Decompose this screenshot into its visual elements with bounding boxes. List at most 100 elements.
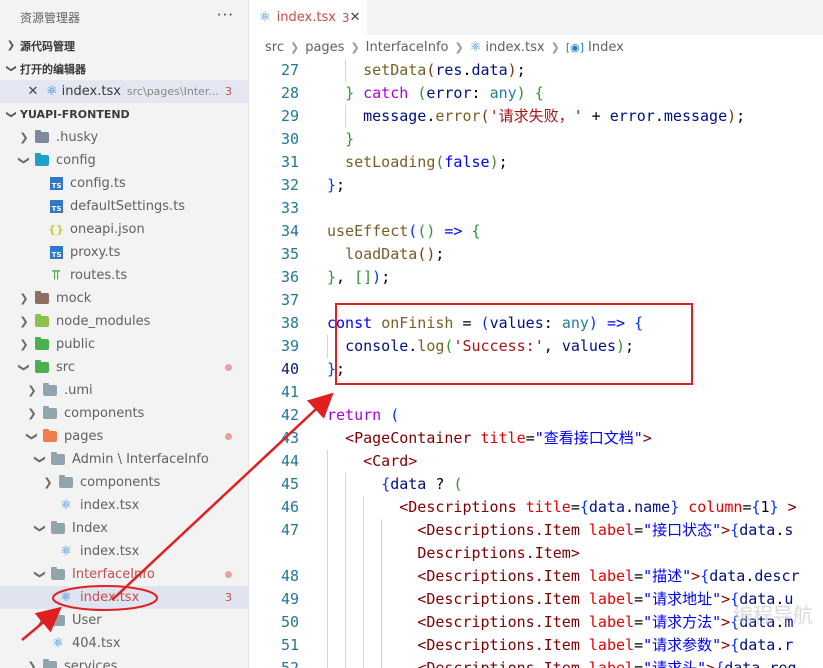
react-icon: ⚛ bbox=[259, 10, 271, 25]
breadcrumb-item[interactable]: Index bbox=[588, 40, 624, 55]
section-open-editors[interactable]: ❯ 打开的编辑器 bbox=[0, 57, 248, 80]
code-line: 29 message.error('请求失败，' + error.message… bbox=[249, 105, 823, 128]
section-project[interactable]: ❯ YUAPI-FRONTEND bbox=[0, 103, 248, 126]
tree-item[interactable]: ❯ InterfaceInfo bbox=[0, 563, 248, 586]
code-line: 31 setLoading(false); bbox=[249, 151, 823, 174]
tree-item-label: pages bbox=[64, 429, 104, 444]
code-line: 30 } bbox=[249, 128, 823, 151]
code-line: 51 <Descriptions.Item label="请求参数">{data… bbox=[249, 634, 823, 657]
react-icon: ⚛ bbox=[52, 636, 64, 651]
code-text: return ( bbox=[327, 406, 400, 424]
code-text: setLoading(false); bbox=[345, 153, 508, 171]
chevron-right-icon: ❯ bbox=[19, 131, 29, 144]
close-icon[interactable]: ✕ bbox=[24, 84, 42, 99]
code-text: message.error('请求失败，' + error.message); bbox=[363, 107, 746, 125]
tree-item[interactable]: ❯ mock bbox=[0, 287, 248, 310]
tree-item[interactable]: ❯ .umi bbox=[0, 379, 248, 402]
folder-icon bbox=[50, 567, 66, 582]
tree-item-label: config.ts bbox=[70, 176, 126, 191]
code-editor[interactable]: 27 setData(res.data); 28 } catch (error:… bbox=[249, 59, 823, 668]
chevron-right-icon: ❯ bbox=[19, 292, 29, 305]
tree-item-label: index.tsx bbox=[80, 544, 140, 559]
folder-config-icon bbox=[34, 153, 50, 168]
problem-count-badge: 3 bbox=[225, 591, 232, 604]
breadcrumb-item[interactable]: index.tsx bbox=[485, 40, 544, 55]
tree-item[interactable]: ⚛ 404.tsx bbox=[0, 632, 248, 655]
tree-item[interactable]: TS proxy.ts bbox=[0, 241, 248, 264]
code-text: <PageContainer title="查看接口文档"> bbox=[345, 429, 652, 447]
code-line: 52 <Descriptions.Item label="请求头">{data.… bbox=[249, 657, 823, 668]
tree-item[interactable]: ❯ src bbox=[0, 356, 248, 379]
code-text: }, []); bbox=[327, 268, 391, 286]
folder-icon bbox=[42, 659, 58, 668]
breadcrumb-item[interactable]: InterfaceInfo bbox=[366, 40, 449, 55]
editor-tab[interactable]: ⚛ index.tsx 3 ✕ bbox=[249, 0, 367, 35]
folder-icon bbox=[58, 475, 74, 490]
modified-dot bbox=[225, 364, 232, 371]
code-text: }; bbox=[327, 360, 346, 378]
tree-item-label: proxy.ts bbox=[70, 245, 121, 260]
line-number: 45 bbox=[280, 475, 299, 493]
folder-icon bbox=[34, 130, 50, 145]
tree-item[interactable]: ❯ Admin \ InterfaceInfo bbox=[0, 448, 248, 471]
code-text: useEffect(() => { bbox=[327, 222, 481, 240]
breadcrumb-item[interactable]: src bbox=[265, 40, 284, 55]
chevron-right-icon: ❯ bbox=[27, 384, 37, 397]
code-line: 33 bbox=[249, 197, 823, 220]
code-line: Descriptions.Item> bbox=[249, 542, 823, 565]
chevron-down-icon: ❯ bbox=[17, 362, 31, 373]
tree-item[interactable]: ❯ .husky bbox=[0, 126, 248, 149]
code-line: 40}; bbox=[249, 358, 823, 381]
code-text: <Card> bbox=[363, 452, 418, 470]
tree-item-label: index.tsx bbox=[80, 498, 140, 513]
tree-item-selected[interactable]: ⚛ index.tsx 3 bbox=[0, 586, 248, 609]
chevron-right-icon: ❯ bbox=[550, 40, 560, 54]
close-icon[interactable]: ✕ bbox=[350, 10, 361, 25]
tree-item[interactable]: ❯ Index bbox=[0, 517, 248, 540]
code-text: setData(res.data); bbox=[363, 61, 526, 79]
file-tree: ❯ .husky ❯ config TS config.ts TS defaul… bbox=[0, 126, 248, 668]
tree-item[interactable]: ❯ public bbox=[0, 333, 248, 356]
open-editor-item[interactable]: ✕ ⚛ index.tsx src\pages\Inter... 3 bbox=[0, 80, 248, 103]
react-icon: ⚛ bbox=[46, 84, 58, 99]
tree-item[interactable]: ❯ User bbox=[0, 609, 248, 632]
tree-item[interactable]: ⚛ index.tsx bbox=[0, 540, 248, 563]
tree-item-label: node_modules bbox=[56, 314, 151, 329]
tree-item-label: index.tsx bbox=[80, 590, 140, 605]
tree-item[interactable]: ❯ node_modules bbox=[0, 310, 248, 333]
tree-item[interactable]: ⚛ index.tsx bbox=[0, 494, 248, 517]
tab-filename: index.tsx bbox=[276, 10, 336, 25]
code-line: 47 <Descriptions.Item label="接口状态">{data… bbox=[249, 519, 823, 542]
line-number: 46 bbox=[280, 498, 299, 516]
tree-item[interactable]: ❯ components bbox=[0, 471, 248, 494]
tree-item[interactable]: ❯ pages bbox=[0, 425, 248, 448]
chevron-right-icon: ❯ bbox=[350, 40, 360, 54]
line-number: 47 bbox=[280, 521, 299, 539]
line-number: 33 bbox=[280, 199, 299, 217]
tree-item[interactable]: ⫪ routes.ts bbox=[0, 264, 248, 287]
tree-item[interactable]: {} oneapi.json bbox=[0, 218, 248, 241]
react-icon: ⚛ bbox=[60, 544, 72, 559]
folder-public-icon bbox=[34, 337, 50, 352]
tree-item[interactable]: TS defaultSettings.ts bbox=[0, 195, 248, 218]
tree-item[interactable]: ❯ config bbox=[0, 149, 248, 172]
line-number: 44 bbox=[280, 452, 299, 470]
folder-icon bbox=[50, 613, 66, 628]
react-icon: ⚛ bbox=[60, 590, 72, 605]
tree-item[interactable]: TS config.ts bbox=[0, 172, 248, 195]
breadcrumb-item[interactable]: pages bbox=[305, 40, 344, 55]
tree-item[interactable]: ❯ components bbox=[0, 402, 248, 425]
code-line: 28 } catch (error: any) { bbox=[249, 82, 823, 105]
chevron-right-icon: ❯ bbox=[19, 315, 29, 328]
watermark: 编程导航 bbox=[733, 603, 813, 627]
chevron-down-icon: ❯ bbox=[5, 110, 17, 119]
tree-item-label: services bbox=[64, 659, 118, 668]
tree-item[interactable]: ❯ services bbox=[0, 655, 248, 668]
chevron-down-icon: ❯ bbox=[33, 523, 47, 534]
tree-item-label: InterfaceInfo bbox=[72, 567, 155, 582]
section-source-control[interactable]: ❯ 源代码管理 bbox=[0, 34, 248, 57]
code-text: } bbox=[345, 130, 355, 148]
code-line: 27 setData(res.data); bbox=[249, 59, 823, 82]
chevron-down-icon: ❯ bbox=[25, 431, 39, 442]
more-actions-icon[interactable]: ··· bbox=[217, 6, 234, 24]
